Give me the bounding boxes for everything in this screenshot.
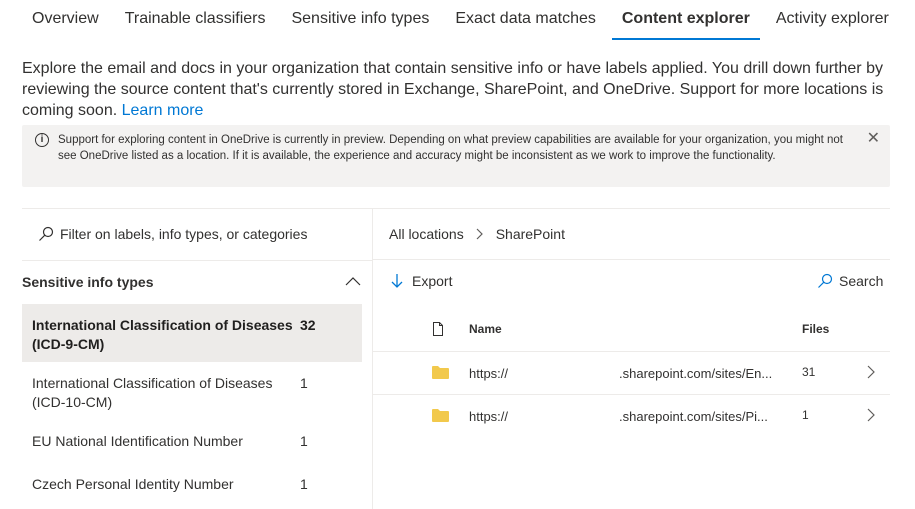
breadcrumb-current: SharePoint <box>495 226 565 242</box>
item-label: International Classification of Diseases… <box>32 317 293 352</box>
file-count: 31 <box>802 365 816 379</box>
tab-exact-data-matches[interactable]: Exact data matches <box>445 0 606 42</box>
search-button[interactable]: Search <box>817 273 883 289</box>
chevron-right-icon[interactable] <box>867 365 875 379</box>
breadcrumb-root[interactable]: All locations <box>389 226 464 242</box>
export-label: Export <box>412 273 453 289</box>
search-icon <box>39 226 54 241</box>
learn-more-link[interactable]: Learn more <box>122 102 204 119</box>
divider <box>22 208 890 209</box>
item-label: Czech Personal Identity Number <box>32 476 234 492</box>
item-count: 1 <box>300 476 308 492</box>
tab-content-explorer[interactable]: Content explorer <box>611 0 760 42</box>
tab-bar: Overview Trainable classifiers Sensitive… <box>22 0 899 42</box>
divider <box>22 260 372 261</box>
item-count: 1 <box>300 433 308 449</box>
page-description: Explore the email and docs in your organ… <box>22 58 892 121</box>
column-header-files[interactable]: Files <box>802 322 829 336</box>
tab-activity-explorer[interactable]: Activity explorer <box>766 0 899 42</box>
list-item[interactable]: International Classification of Diseases… <box>22 362 362 420</box>
chevron-right-icon[interactable] <box>867 408 875 422</box>
item-count: 32 <box>300 317 316 333</box>
site-url-start: https:// <box>469 409 509 424</box>
search-label: Search <box>839 273 884 289</box>
search-icon <box>818 273 833 288</box>
file-type-icon <box>433 322 443 336</box>
info-type-list: International Classification of Diseases… <box>22 304 362 506</box>
file-count: 1 <box>802 408 809 422</box>
site-url-start: https:// <box>469 366 509 381</box>
chevron-right-icon <box>476 228 483 240</box>
close-icon[interactable]: ✕ <box>867 131 880 147</box>
divider <box>373 259 890 260</box>
preview-info-banner: i Support for exploring content in OneDr… <box>22 125 890 187</box>
export-button[interactable]: Export <box>390 273 452 289</box>
tab-sensitive-info-types[interactable]: Sensitive info types <box>281 0 439 42</box>
breadcrumb: All locations SharePoint <box>389 226 565 242</box>
section-title: Sensitive info types <box>22 274 154 290</box>
filter-placeholder: Filter on labels, info types, or categor… <box>60 226 308 242</box>
site-url-end: .sharepoint.com/sites/En... <box>619 366 773 381</box>
download-icon <box>391 274 403 288</box>
item-count: 1 <box>300 375 308 391</box>
folder-icon <box>432 366 449 379</box>
item-label: EU National Identification Number <box>32 433 243 449</box>
table-row[interactable]: https:// .sharepoint.com/sites/Pi... 1 <box>373 395 890 437</box>
list-item[interactable]: International Classification of Diseases… <box>22 304 362 362</box>
item-label: International Classification of Diseases… <box>32 375 273 410</box>
filter-input[interactable]: Filter on labels, info types, or categor… <box>38 226 307 242</box>
tab-trainable-classifiers[interactable]: Trainable classifiers <box>115 0 276 42</box>
banner-text: Support for exploring content in OneDriv… <box>58 134 843 162</box>
table-row[interactable]: https:// .sharepoint.com/sites/En... 31 <box>373 352 890 394</box>
info-icon: i <box>35 133 49 147</box>
list-item[interactable]: EU National Identification Number 1 <box>22 420 362 463</box>
list-item[interactable]: Czech Personal Identity Number 1 <box>22 463 362 506</box>
column-header-name[interactable]: Name <box>469 322 502 336</box>
tab-overview[interactable]: Overview <box>22 0 109 42</box>
site-url-end: .sharepoint.com/sites/Pi... <box>619 409 768 424</box>
folder-icon <box>432 409 449 422</box>
chevron-up-icon[interactable] <box>345 276 361 286</box>
